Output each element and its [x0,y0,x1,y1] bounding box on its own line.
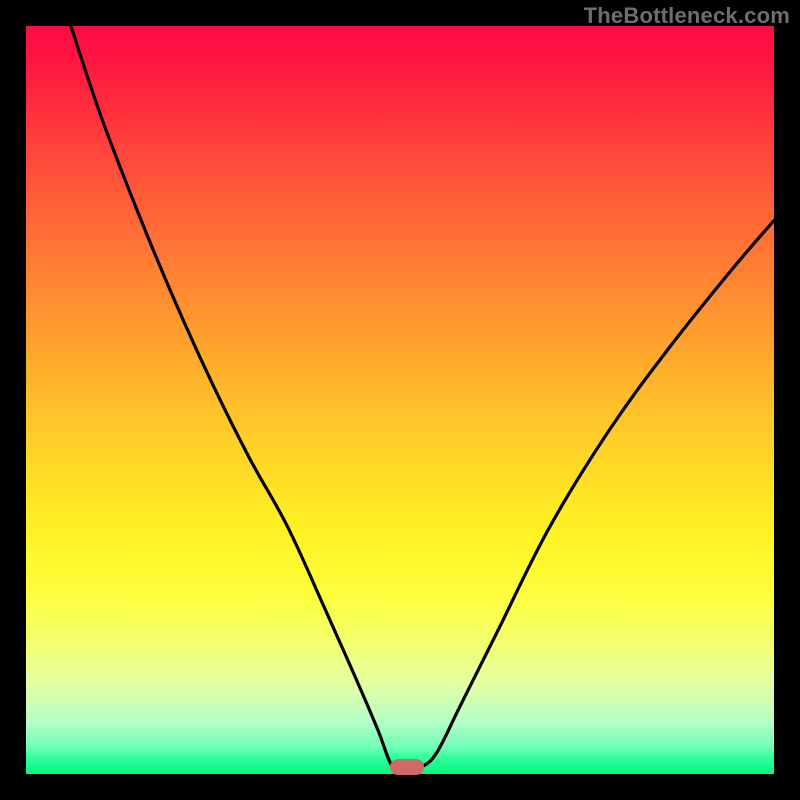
optimum-marker [390,759,424,775]
chart-stage: TheBottleneck.com [0,0,800,800]
watermark-text: TheBottleneck.com [584,3,790,29]
bottleneck-curve [71,26,774,771]
curve-layer [26,26,774,774]
